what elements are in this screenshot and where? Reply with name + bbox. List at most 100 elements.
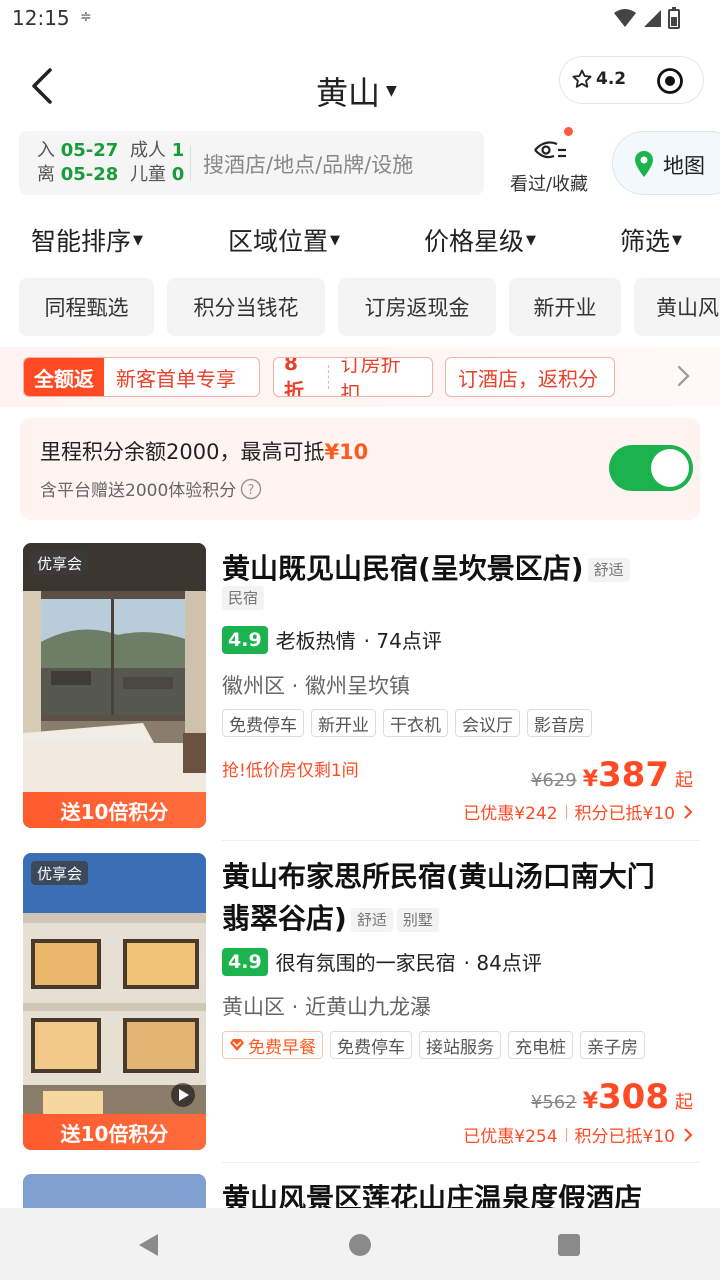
price-from: 起 xyxy=(675,1092,693,1113)
points-note-text: 含平台赠送2000体验积分 xyxy=(40,481,237,501)
date-guest-info[interactable]: 入 05-27 成人 1 离 05-28 儿童 0 xyxy=(37,139,184,187)
back-arrow-icon[interactable] xyxy=(26,66,62,106)
hotel-tag: 舒适 xyxy=(587,558,630,582)
discount-divider xyxy=(565,804,567,819)
children-count: 0 xyxy=(171,164,185,185)
discount-row[interactable]: 已优惠¥242 积分已抵¥10 xyxy=(463,799,693,824)
hotel-card[interactable]: 优享会 送10倍积分 黄山布家思所民宿(黄山汤口南大门 翡翠谷店) 舒适 别墅 4.… xyxy=(0,853,720,1153)
caret-down-icon: ▼ xyxy=(526,232,537,248)
review-comment: 很有氛围的一家民宿 xyxy=(275,951,456,975)
hotel-name[interactable]: 黄山布家思所民宿(黄山汤口南大门 翡翠谷店) 舒适 别墅 xyxy=(222,856,702,940)
price-value: 308 xyxy=(598,1077,669,1117)
hotel-name[interactable]: 黄山风景区莲花山庄温泉度假酒店 xyxy=(222,1178,702,1208)
caret-down-icon: ▼ xyxy=(133,232,144,248)
hotel-photo[interactable] xyxy=(23,1174,206,1208)
notification-dot xyxy=(564,127,573,136)
sort-filter[interactable]: 筛选 ▼ xyxy=(620,222,682,258)
nav-home-icon[interactable] xyxy=(348,1233,372,1257)
rating-button[interactable]: 4.2 xyxy=(572,69,626,89)
points-deduct: 积分已抵¥10 xyxy=(574,1127,675,1147)
hotel-card[interactable]: 优享会 送10倍积分 黄山既见山民宿(呈坎景区店) 舒适 民宿 4.9 老板热情 … xyxy=(0,543,720,833)
points-bonus-badge: 送10倍积分 xyxy=(23,1114,206,1150)
caret-down-icon: ▼ xyxy=(386,83,397,99)
promo-full-refund-text: 新客首单专享 xyxy=(116,366,236,391)
hotel-name-line1: 黄山布家思所民宿(黄山汤口南大门 xyxy=(222,860,655,893)
eye-list-icon xyxy=(534,141,566,159)
sort-area[interactable]: 区域位置 ▼ xyxy=(228,222,340,258)
chevron-right-icon xyxy=(684,1127,693,1142)
facility-tag: 充电桩 xyxy=(508,1031,573,1059)
discount-amount: 已优惠¥254 xyxy=(463,1127,558,1147)
promo-points[interactable]: 订酒店，返积分 xyxy=(445,357,615,397)
search-box[interactable]: 入 05-27 成人 1 离 05-28 儿童 0 搜酒店/地点/品牌/设施 xyxy=(19,131,484,195)
system-nav-bar xyxy=(0,1208,720,1280)
facility-tag-text: 免费早餐 xyxy=(248,1037,316,1058)
status-bar: 12:15 ≑ xyxy=(0,0,720,36)
points-bonus-badge: 送10倍积分 xyxy=(23,792,206,828)
chip-cashback[interactable]: 订房返现金 xyxy=(338,278,496,336)
price-from: 起 xyxy=(675,770,693,791)
location-pin-icon xyxy=(635,151,653,177)
facility-tags: 免费早餐 免费停车 接站服务 充电桩 亲子房 xyxy=(222,1031,645,1059)
price-value: 387 xyxy=(598,755,669,795)
checkin-label: 入 xyxy=(37,140,55,161)
city-selector[interactable]: 黄山 ▼ xyxy=(316,68,397,114)
points-card: 里程积分余额2000，最高可抵¥10 含平台赠送2000体验积分 ? xyxy=(20,418,700,520)
facility-tag: 接站服务 xyxy=(419,1031,501,1059)
hotel-card[interactable]: 黄山风景区莲花山庄温泉度假酒店 xyxy=(0,1174,720,1208)
hotel-photo[interactable]: 优享会 送10倍积分 xyxy=(23,543,206,828)
chevron-right-icon xyxy=(684,804,693,819)
promo-full-refund[interactable]: 全额返 新客首单专享 xyxy=(23,357,260,397)
facility-tag: 新开业 xyxy=(311,709,376,737)
current-price: ¥387 xyxy=(583,755,669,795)
map-button[interactable]: 地图 xyxy=(612,131,720,195)
nav-back-icon[interactable] xyxy=(136,1232,162,1258)
chip-points[interactable]: 积分当钱花 xyxy=(167,278,325,336)
nav-recents-icon[interactable] xyxy=(557,1233,581,1257)
hotel-tag: 别墅 xyxy=(396,908,439,932)
points-balance-text: 里程积分余额2000，最高可抵 xyxy=(40,440,325,464)
sort-area-label: 区域位置 xyxy=(228,227,329,256)
facility-tag: 免费停车 xyxy=(222,709,304,737)
points-deduct: 积分已抵¥10 xyxy=(574,804,675,824)
facility-tags: 免费停车 新开业 干衣机 会议厅 影音房 xyxy=(222,709,592,737)
help-icon[interactable]: ? xyxy=(240,478,262,500)
chip-scenic[interactable]: 黄山风 xyxy=(634,278,720,336)
chip-new-open[interactable]: 新开业 xyxy=(509,278,621,336)
hotel-location: 徽州区 · 徽州呈坎镇 xyxy=(222,674,411,698)
seen-favorites-label: 看过/收藏 xyxy=(509,174,589,195)
hotel-location: 黄山区 · 近黄山九龙瀑 xyxy=(222,995,432,1019)
sort-smart[interactable]: 智能排序 ▼ xyxy=(31,222,143,258)
points-note: 含平台赠送2000体验积分 ? xyxy=(40,476,262,501)
adults-count: 1 xyxy=(171,140,185,161)
chevron-right-icon[interactable] xyxy=(674,361,694,391)
hotel-name[interactable]: 黄山既见山民宿(呈坎景区店) 舒适 民宿 xyxy=(222,548,702,632)
hotel-photo[interactable]: 优享会 送10倍积分 xyxy=(23,853,206,1150)
facility-tag: 亲子房 xyxy=(580,1031,645,1059)
points-max-amount: ¥10 xyxy=(324,440,369,464)
facility-tag: 影音房 xyxy=(527,709,592,737)
search-placeholder[interactable]: 搜酒店/地点/品牌/设施 xyxy=(203,149,413,179)
promo-discount[interactable]: 8折 订房折扣 xyxy=(273,357,433,397)
promo-full-refund-badge: 全额返 xyxy=(24,358,104,396)
chip-selected[interactable]: 同程甄选 xyxy=(19,278,154,336)
toggle-knob xyxy=(651,449,689,487)
facility-tag: 免费停车 xyxy=(330,1031,412,1059)
review-count: · 84点评 xyxy=(463,951,542,975)
hotel-tag: 民宿 xyxy=(222,586,265,610)
seen-favorites-button[interactable]: 看过/收藏 xyxy=(506,127,592,196)
vip-badge: 优享会 xyxy=(31,551,89,575)
review-count: · 74点评 xyxy=(363,629,442,653)
close-target-icon[interactable] xyxy=(656,67,684,95)
points-toggle[interactable] xyxy=(609,445,693,491)
promo-points-text: 订酒店，返积分 xyxy=(458,366,598,391)
currency-symbol: ¥ xyxy=(582,1089,599,1114)
facility-tag-breakfast: 免费早餐 xyxy=(222,1031,323,1059)
facility-tag: 会议厅 xyxy=(455,709,520,737)
sort-price-star[interactable]: 价格星级 ▼ xyxy=(424,222,536,258)
checkout-date: 05-28 xyxy=(60,164,119,185)
map-label: 地图 xyxy=(663,154,705,178)
heart-badge-icon xyxy=(230,1039,244,1051)
search-divider xyxy=(190,145,191,181)
discount-row[interactable]: 已优惠¥254 积分已抵¥10 xyxy=(463,1122,693,1147)
